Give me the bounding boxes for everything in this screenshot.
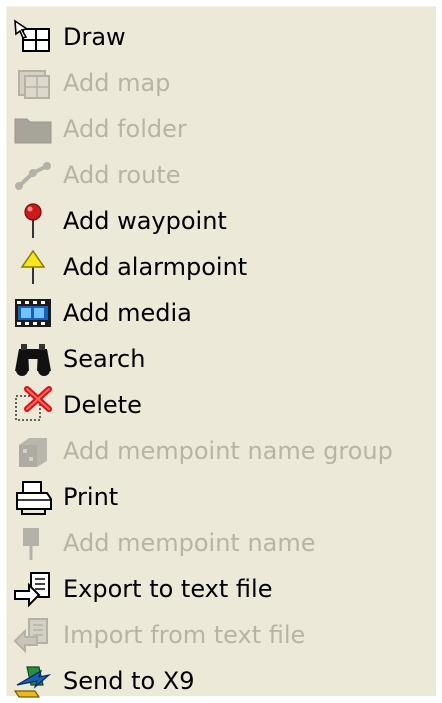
menu-item-export-to-text-file[interactable]: Export to text file — [7, 566, 427, 611]
menu-item-label: Add mempoint name — [63, 528, 316, 557]
map-icon — [11, 63, 55, 103]
menu-item-label: Search — [63, 344, 146, 373]
menu-item-label: Add route — [63, 160, 181, 189]
route-icon — [11, 155, 55, 195]
menu-item-label: Add waypoint — [63, 206, 227, 235]
menu-item-label: Delete — [63, 390, 142, 419]
menu-item-label: Print — [63, 482, 119, 511]
menu-item-label: Send to X9 — [63, 666, 195, 695]
menu-item-add-mempoint-name[interactable]: Add mempoint name — [7, 520, 427, 565]
binoculars-icon — [11, 339, 55, 379]
waypoint-pin-icon — [11, 201, 55, 241]
menu-item-label: Add media — [63, 298, 192, 327]
import-icon — [11, 615, 55, 655]
name-group-icon — [11, 431, 55, 471]
film-icon — [11, 293, 55, 333]
menu-item-add-folder[interactable]: Add folder — [7, 106, 427, 151]
menu-item-delete[interactable]: Delete — [7, 382, 427, 427]
menu-item-add-map[interactable]: Add map — [7, 60, 427, 105]
menu-item-print[interactable]: Print — [7, 474, 427, 519]
mempoint-name-icon — [11, 523, 55, 563]
menu-item-add-media[interactable]: Add media — [7, 290, 427, 335]
menu-item-add-route[interactable]: Add route — [7, 152, 427, 197]
menu-item-add-alarmpoint[interactable]: Add alarmpoint — [7, 244, 427, 289]
context-menu: Draw Add map Add folder Add route Add wa… — [6, 6, 436, 698]
menu-item-send-to-x9[interactable]: Send to X9 — [7, 658, 427, 703]
delete-x-icon — [11, 385, 55, 425]
menu-item-label: Add map — [63, 68, 171, 97]
menu-item-label: Draw — [63, 22, 126, 51]
alarmpoint-icon — [11, 247, 55, 287]
menu-item-import-from-text-file[interactable]: Import from text file — [7, 612, 427, 657]
menu-item-search[interactable]: Search — [7, 336, 427, 381]
menu-item-draw[interactable]: Draw — [7, 14, 427, 59]
folder-icon — [11, 109, 55, 149]
menu-item-label: Add alarmpoint — [63, 252, 248, 281]
menu-item-add-mempoint-name-group[interactable]: Add mempoint name group — [7, 428, 427, 473]
export-icon — [11, 569, 55, 609]
menu-item-label: Add mempoint name group — [63, 436, 393, 465]
send-device-icon — [11, 661, 55, 701]
draw-icon — [11, 17, 55, 57]
menu-item-label: Add folder — [63, 114, 187, 143]
menu-item-label: Import from text file — [63, 620, 306, 649]
menu-item-add-waypoint[interactable]: Add waypoint — [7, 198, 427, 243]
menu-item-label: Export to text file — [63, 574, 273, 603]
printer-icon — [11, 477, 55, 517]
